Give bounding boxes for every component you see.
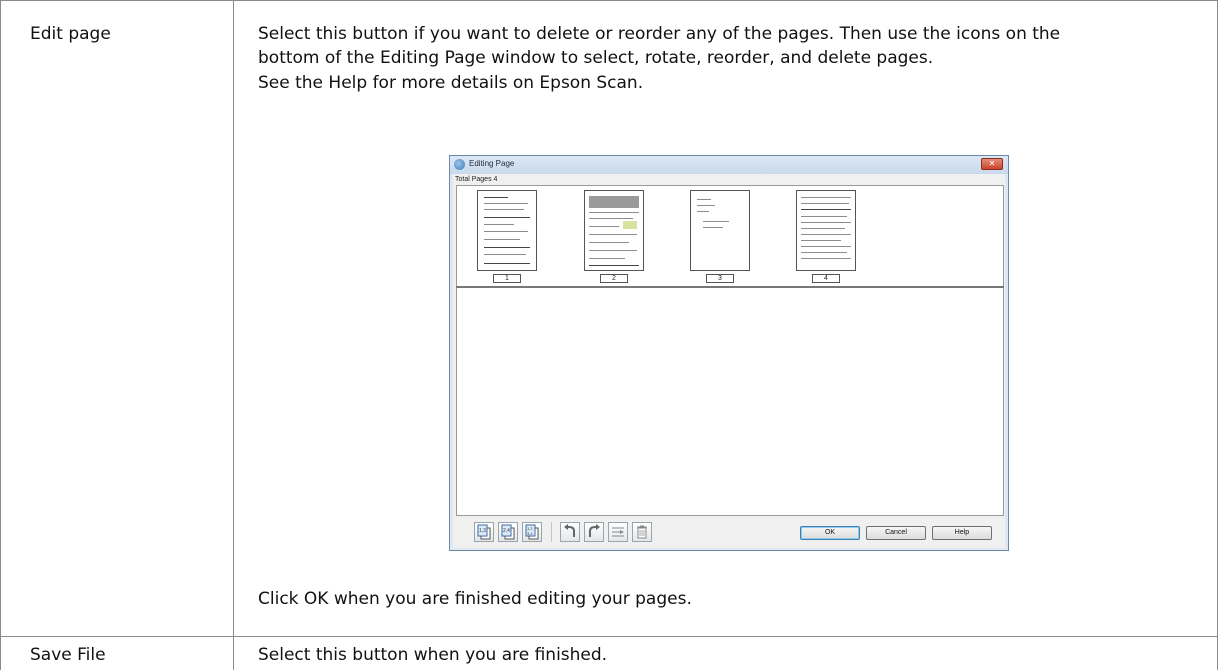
svg-text:1,3: 1,3 — [479, 528, 486, 534]
page-thumbnail-2[interactable] — [584, 190, 644, 271]
page-number-1: 1 — [493, 274, 521, 283]
page-number-4: 4 — [812, 274, 840, 283]
reorder-icon[interactable] — [608, 522, 628, 542]
description-line-3: See the Help for more details on Epson S… — [258, 73, 644, 93]
table-column-divider — [233, 0, 234, 670]
help-button[interactable]: Help — [932, 526, 992, 540]
dialog-body: Total Pages 4 1 2 3 4 1,3 2,4 1,2 3,4 OK… — [453, 174, 1005, 548]
page-thumbnail-4[interactable] — [796, 190, 856, 271]
dialog-title: Editing Page — [469, 159, 515, 168]
description-line-2: bottom of the Editing Page window to sel… — [258, 48, 934, 68]
page-thumbnail-3[interactable] — [690, 190, 750, 271]
row-label-edit-page: Edit page — [30, 24, 111, 44]
close-icon[interactable]: ✕ — [981, 158, 1003, 170]
dialog-toolbar: 1,3 2,4 1,2 3,4 OK Cancel Help — [456, 519, 1004, 545]
rotate-right-icon[interactable] — [584, 522, 604, 542]
select-odd-pages-icon[interactable]: 1,3 — [474, 522, 494, 542]
svg-text:3,4: 3,4 — [527, 531, 533, 536]
epson-scan-icon — [454, 159, 465, 170]
page-number-2: 2 — [600, 274, 628, 283]
editing-page-dialog-screenshot: Editing Page ✕ Total Pages 4 1 2 3 4 1,3… — [449, 155, 1009, 551]
rotate-left-icon[interactable] — [560, 522, 580, 542]
ok-button[interactable]: OK — [800, 526, 860, 540]
row-label-save-file: Save File — [30, 645, 106, 665]
pane-splitter[interactable] — [456, 286, 1004, 288]
description-line-1: Select this button if you want to delete… — [258, 24, 1061, 44]
delete-icon[interactable] — [632, 522, 652, 542]
dialog-title-bar: Editing Page ✕ — [450, 156, 1008, 174]
toolbar-separator — [551, 522, 552, 542]
save-file-description: Select this button when you are finished… — [258, 645, 608, 665]
page-number-3: 3 — [706, 274, 734, 283]
description-footer: Click OK when you are finished editing y… — [258, 589, 692, 609]
table-left-border — [0, 0, 1, 670]
total-pages-label: Total Pages 4 — [455, 176, 498, 183]
svg-text:2,4: 2,4 — [503, 528, 510, 534]
table-row-divider — [0, 636, 1218, 637]
cancel-button[interactable]: Cancel — [866, 526, 926, 540]
select-all-pages-icon[interactable]: 1,2 3,4 — [522, 522, 542, 542]
select-even-pages-icon[interactable]: 2,4 — [498, 522, 518, 542]
table-top-border — [0, 0, 1218, 1]
page-thumbnail-1[interactable] — [477, 190, 537, 271]
